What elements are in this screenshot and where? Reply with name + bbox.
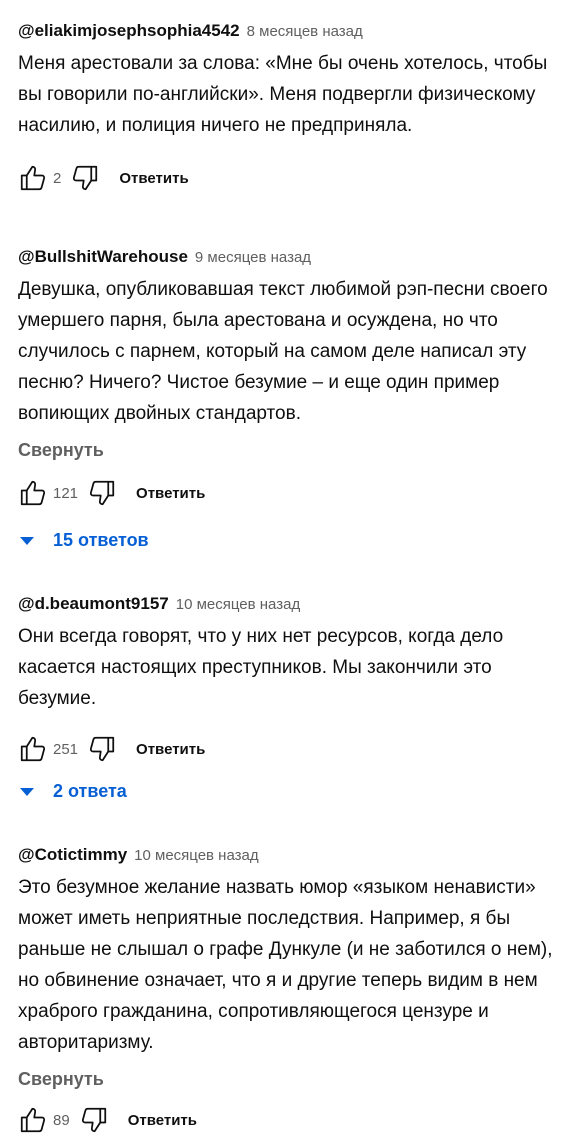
comment-timestamp[interactable]: 10 месяцев назад bbox=[176, 596, 300, 613]
like-count: 121 bbox=[53, 484, 79, 502]
dislike-button[interactable] bbox=[84, 475, 120, 511]
dislike-button[interactable] bbox=[67, 160, 103, 196]
like-count: 89 bbox=[53, 1111, 70, 1129]
comment-text: Меня арестовали за слова: «Мне бы очень … bbox=[18, 53, 548, 136]
comment: @eliakimjosephsophia4542 8 месяцев назад… bbox=[18, 21, 560, 198]
comment-actions: 89 Ответить bbox=[15, 1100, 560, 1140]
like-button[interactable] bbox=[15, 731, 51, 767]
comment-author[interactable]: @Cotictimmy bbox=[18, 845, 127, 865]
thumb-down-icon bbox=[73, 165, 98, 191]
comment-author[interactable]: @BullshitWarehouse bbox=[18, 247, 188, 267]
dislike-button[interactable] bbox=[76, 1102, 112, 1138]
like-button[interactable] bbox=[15, 160, 51, 196]
collapse-button[interactable]: Свернуть bbox=[18, 440, 560, 461]
replies-count: 2 ответа bbox=[53, 781, 127, 801]
reply-button[interactable]: Ответить bbox=[136, 741, 205, 758]
comment-text: Они всегда говорят, что у них нет ресурс… bbox=[18, 626, 504, 709]
comment-actions: 2 Ответить bbox=[15, 158, 560, 198]
comment-text: Девушка, опубликовавшая текст любимой рэ… bbox=[18, 279, 548, 424]
thumb-down-icon bbox=[81, 1107, 106, 1133]
like-button[interactable] bbox=[15, 475, 51, 511]
comment: @d.beaumont9157 10 месяцев назад Они все… bbox=[18, 594, 560, 769]
thumb-down-icon bbox=[89, 480, 115, 506]
comment-header: @BullshitWarehouse 9 месяцев назад bbox=[18, 247, 560, 269]
caret-down-icon bbox=[20, 787, 34, 796]
replies-count: 15 ответов bbox=[53, 530, 149, 550]
thumb-up-icon bbox=[20, 165, 46, 191]
comment-header: @Cotictimmy 10 месяцев назад bbox=[18, 845, 560, 867]
caret-down-icon bbox=[20, 536, 34, 545]
dislike-button[interactable] bbox=[84, 731, 120, 767]
comment-timestamp[interactable]: 10 месяцев назад bbox=[134, 847, 258, 864]
comment-actions: 251 Ответить bbox=[15, 729, 560, 769]
comment-author[interactable]: @eliakimjosephsophia4542 bbox=[18, 21, 240, 41]
collapse-button[interactable]: Свернуть bbox=[18, 1069, 560, 1090]
thumb-down-icon bbox=[89, 736, 115, 762]
comment-author[interactable]: @d.beaumont9157 bbox=[18, 594, 169, 614]
comment-text: Это безумное желание назвать юмор «языко… bbox=[18, 877, 553, 1053]
comment-header: @d.beaumont9157 10 месяцев назад bbox=[18, 594, 560, 616]
comment-header: @eliakimjosephsophia4542 8 месяцев назад bbox=[18, 21, 560, 43]
thumb-up-icon bbox=[20, 736, 46, 762]
comment: @Cotictimmy 10 месяцев назад Это безумно… bbox=[18, 845, 560, 1140]
comment-timestamp[interactable]: 8 месяцев назад bbox=[247, 23, 363, 40]
comment-timestamp[interactable]: 9 месяцев назад bbox=[195, 249, 311, 266]
comment-actions: 121 Ответить bbox=[15, 473, 560, 513]
comment: @BullshitWarehouse 9 месяцев назад Девуш… bbox=[18, 247, 560, 513]
like-count: 2 bbox=[53, 169, 62, 187]
thumb-up-icon bbox=[20, 480, 46, 506]
reply-button[interactable]: Ответить bbox=[128, 1112, 197, 1129]
view-replies-button[interactable]: 2 ответа bbox=[20, 781, 127, 802]
reply-button[interactable]: Ответить bbox=[119, 170, 188, 187]
thumb-up-icon bbox=[20, 1107, 46, 1133]
view-replies-button[interactable]: 15 ответов bbox=[20, 530, 149, 551]
like-count: 251 bbox=[53, 740, 79, 758]
like-button[interactable] bbox=[15, 1102, 51, 1138]
reply-button[interactable]: Ответить bbox=[136, 485, 205, 502]
